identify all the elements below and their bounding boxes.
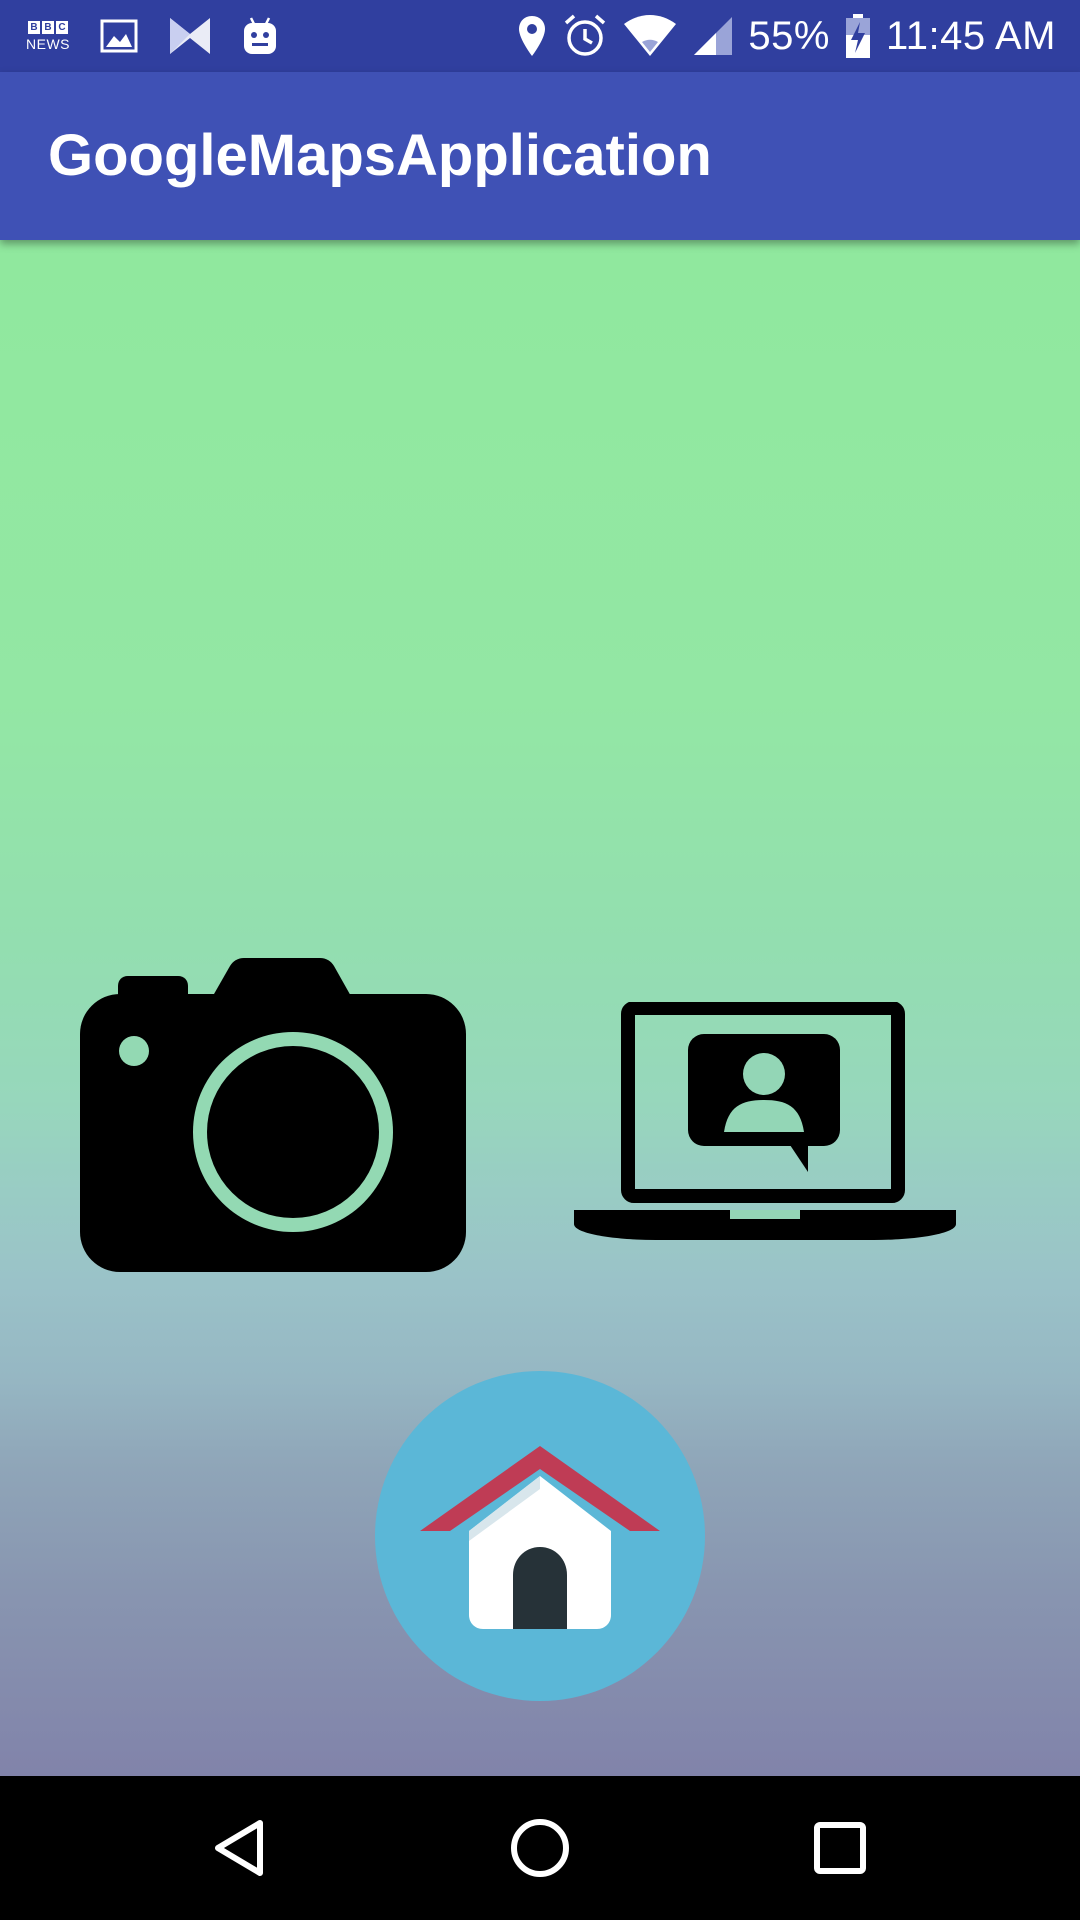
recents-button[interactable]	[780, 1800, 900, 1896]
back-button[interactable]	[180, 1800, 300, 1896]
camera-button[interactable]	[80, 958, 466, 1272]
recents-icon	[814, 1822, 866, 1874]
back-icon	[215, 1820, 263, 1876]
battery-percent: 55%	[748, 14, 830, 58]
wifi-icon	[622, 14, 678, 58]
notification-icons: B B C NEWS	[26, 12, 278, 60]
clock: 11:45 AM	[885, 14, 1056, 58]
laptop-chat-button[interactable]	[574, 1001, 956, 1246]
alarm-icon	[562, 13, 608, 59]
laptop-chat-icon	[574, 1001, 956, 1240]
cell-signal-icon	[692, 15, 734, 57]
bbc-news-label: NEWS	[26, 35, 70, 52]
home-button[interactable]	[375, 1371, 705, 1701]
bbc-news-icon: B B C NEWS	[26, 20, 70, 52]
bbc-letter: B	[28, 20, 40, 34]
system-indicators: 55% 11:45 AM	[516, 8, 1056, 64]
main-content	[0, 240, 1080, 1776]
home-circle-icon	[511, 1819, 569, 1877]
navigation-bar	[0, 1776, 1080, 1920]
android-icon	[242, 16, 278, 56]
bbc-letter: B	[42, 20, 54, 34]
camera-icon	[80, 958, 466, 1272]
home-nav-button[interactable]	[480, 1800, 600, 1896]
messenger-icon	[168, 16, 212, 56]
bbc-letter: C	[56, 20, 68, 34]
image-icon	[100, 19, 138, 53]
home-icon	[375, 1371, 705, 1701]
battery-charging-icon	[844, 13, 872, 59]
app-bar: GoogleMapsApplication	[0, 72, 1080, 240]
app-title: GoogleMapsApplication	[48, 123, 712, 188]
location-icon	[516, 14, 548, 58]
status-bar: B B C NEWS 55% 11:45 AM	[0, 0, 1080, 72]
